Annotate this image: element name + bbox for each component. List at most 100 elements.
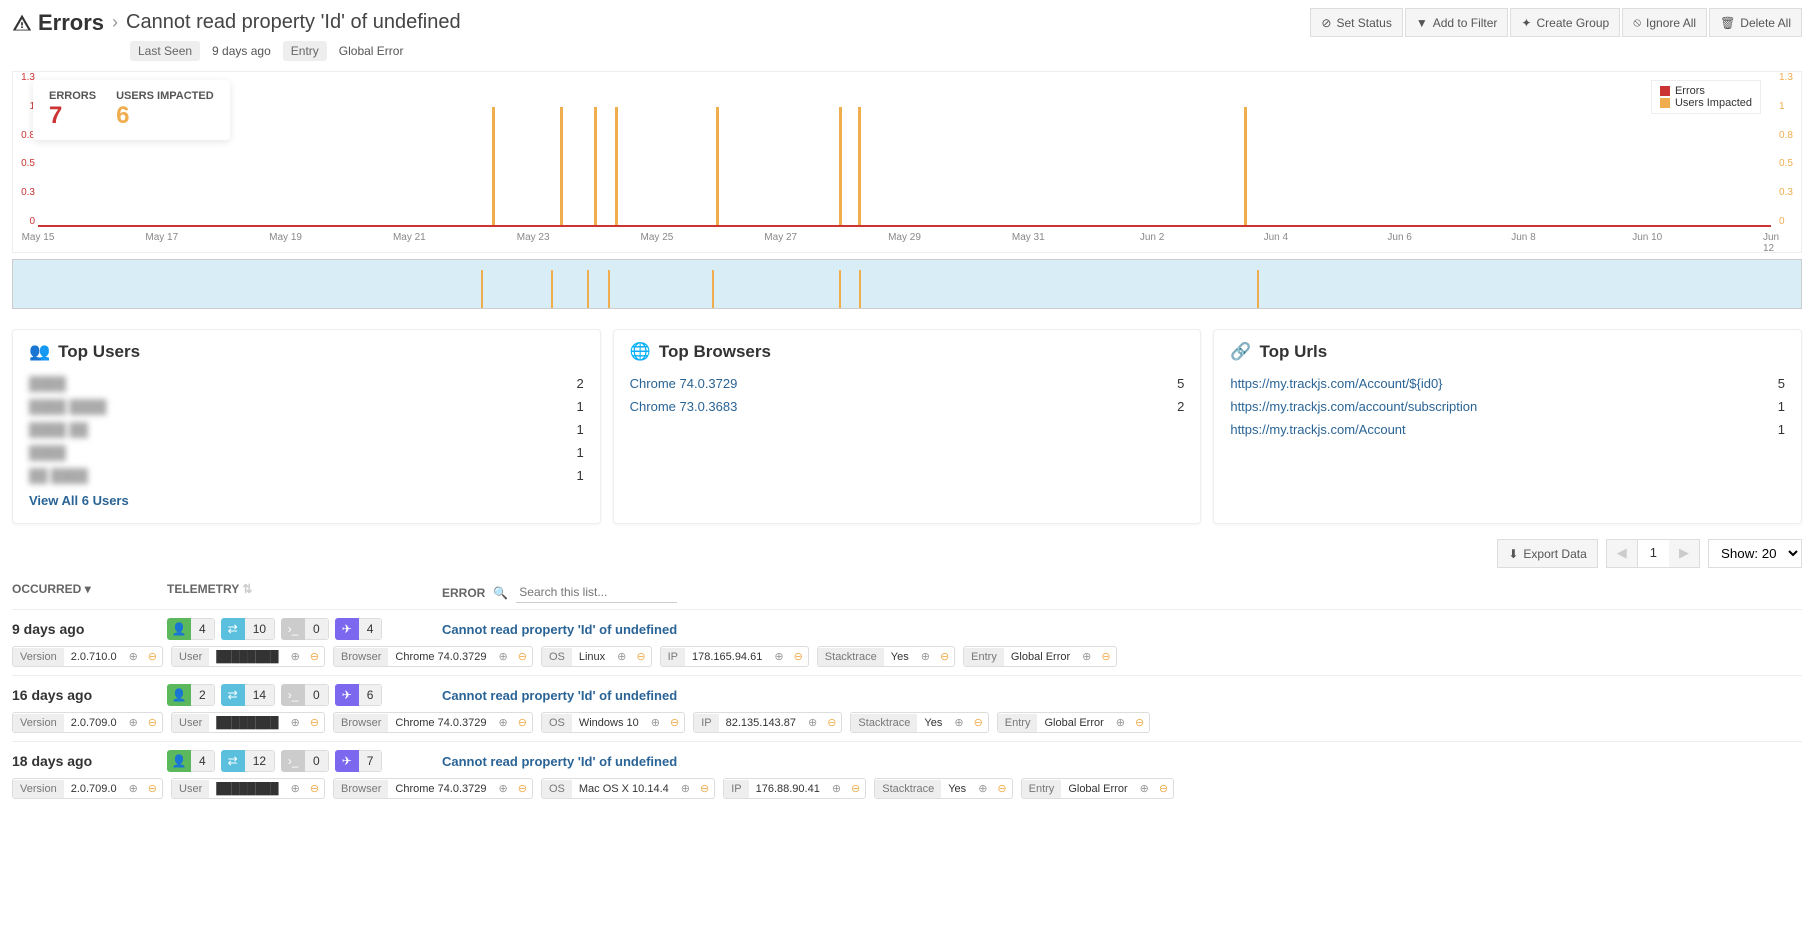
plus-circle-icon[interactable]: ⊕ xyxy=(494,779,513,798)
plus-circle-icon[interactable]: ⊕ xyxy=(286,647,305,666)
minus-circle-icon[interactable]: ⊖ xyxy=(143,779,162,798)
minus-circle-icon[interactable]: ⊖ xyxy=(143,713,162,732)
browser-row[interactable]: Chrome 74.0.37295 xyxy=(630,372,1185,395)
error-message-link[interactable]: Cannot read property 'Id' of undefined xyxy=(442,622,1802,637)
magic-icon: ✦ xyxy=(1521,16,1531,30)
plus-circle-icon[interactable]: ⊕ xyxy=(124,713,143,732)
plus-circle-icon[interactable]: ⊕ xyxy=(1135,779,1154,798)
minus-circle-icon[interactable]: ⊖ xyxy=(1096,647,1115,666)
url-text[interactable]: https://my.trackjs.com/account/subscript… xyxy=(1230,399,1477,414)
prev-page-button[interactable]: ◀ xyxy=(1607,540,1638,567)
plus-circle-icon[interactable]: ⊕ xyxy=(949,713,968,732)
tag-value: ████████ xyxy=(209,780,285,798)
page-size-select[interactable]: Show: 20 xyxy=(1708,539,1802,568)
telemetry-badge[interactable]: ⇄10 xyxy=(221,618,275,640)
plus-circle-icon[interactable]: ⊕ xyxy=(676,779,695,798)
minus-circle-icon[interactable]: ⊖ xyxy=(513,647,532,666)
delete-all-button[interactable]: 🗑Delete All xyxy=(1709,8,1802,37)
minus-circle-icon[interactable]: ⊖ xyxy=(789,647,808,666)
minus-circle-icon[interactable]: ⊖ xyxy=(665,713,684,732)
minus-circle-icon[interactable]: ⊖ xyxy=(305,779,324,798)
detail-tag: BrowserChrome 74.0.3729⊕⊖ xyxy=(333,646,533,667)
minus-circle-icon[interactable]: ⊖ xyxy=(143,647,162,666)
user-row[interactable]: ████ ████1 xyxy=(29,395,584,418)
minus-circle-icon[interactable]: ⊖ xyxy=(992,779,1011,798)
export-button[interactable]: ⬇Export Data xyxy=(1497,539,1597,568)
minus-circle-icon[interactable]: ⊖ xyxy=(305,647,324,666)
minus-circle-icon[interactable]: ⊖ xyxy=(695,779,714,798)
browser-name[interactable]: Chrome 74.0.3729 xyxy=(630,376,738,391)
url-row[interactable]: https://my.trackjs.com/Account1 xyxy=(1230,418,1785,441)
minus-circle-icon[interactable]: ⊖ xyxy=(969,713,988,732)
legend-swatch xyxy=(1660,98,1670,108)
plus-circle-icon[interactable]: ⊕ xyxy=(973,779,992,798)
plus-circle-icon[interactable]: ⊕ xyxy=(494,647,513,666)
minus-circle-icon[interactable]: ⊖ xyxy=(822,713,841,732)
user-count: 1 xyxy=(576,399,583,414)
minus-circle-icon[interactable]: ⊖ xyxy=(935,647,954,666)
error-message-link[interactable]: Cannot read property 'Id' of undefined xyxy=(442,754,1802,769)
telemetry-badge[interactable]: ⇄12 xyxy=(221,750,275,772)
telemetry-badge[interactable]: ✈6 xyxy=(335,684,383,706)
overview-chart[interactable] xyxy=(12,259,1802,309)
telemetry-badge[interactable]: 👤2 xyxy=(167,684,215,706)
url-row[interactable]: https://my.trackjs.com/Account/${id0}5 xyxy=(1230,372,1785,395)
plus-circle-icon[interactable]: ⊕ xyxy=(494,713,513,732)
error-message-link[interactable]: Cannot read property 'Id' of undefined xyxy=(442,688,1802,703)
url-text[interactable]: https://my.trackjs.com/Account xyxy=(1230,422,1405,437)
user-row[interactable]: ████1 xyxy=(29,441,584,464)
search-input[interactable] xyxy=(516,582,677,603)
minus-circle-icon[interactable]: ⊖ xyxy=(1154,779,1173,798)
errors-label: ERRORS xyxy=(49,90,96,102)
browser-row[interactable]: Chrome 73.0.3683 2 xyxy=(630,395,1185,418)
minus-circle-icon[interactable]: ⊖ xyxy=(631,647,650,666)
url-text[interactable]: https://my.trackjs.com/Account/${id0} xyxy=(1230,376,1442,391)
col-occurred[interactable]: OCCURRED ▾ xyxy=(12,582,147,603)
telemetry-badge[interactable]: 👤4 xyxy=(167,750,215,772)
minus-circle-icon[interactable]: ⊖ xyxy=(846,779,865,798)
telemetry-badge[interactable]: ⇄14 xyxy=(221,684,275,706)
set-status-button[interactable]: ⊘Set Status xyxy=(1310,8,1402,37)
minus-circle-icon[interactable]: ⊖ xyxy=(513,713,532,732)
browser-count: 2 xyxy=(1177,399,1184,414)
create-group-button[interactable]: ✦Create Group xyxy=(1510,8,1620,37)
minus-circle-icon[interactable]: ⊖ xyxy=(513,779,532,798)
plus-circle-icon[interactable]: ⊕ xyxy=(1111,713,1130,732)
eye-slash-icon: ⦸ xyxy=(1633,15,1641,30)
plus-circle-icon[interactable]: ⊕ xyxy=(1077,647,1096,666)
plus-circle-icon[interactable]: ⊕ xyxy=(124,647,143,666)
plus-circle-icon[interactable]: ⊕ xyxy=(827,779,846,798)
plus-circle-icon[interactable]: ⊕ xyxy=(612,647,631,666)
plus-circle-icon[interactable]: ⊕ xyxy=(286,779,305,798)
minus-circle-icon[interactable]: ⊖ xyxy=(305,713,324,732)
plus-circle-icon[interactable]: ⊕ xyxy=(769,647,788,666)
add-filter-button[interactable]: ▼Add to Filter xyxy=(1405,8,1509,37)
browser-name[interactable]: Chrome 73.0.3683 xyxy=(630,399,738,414)
next-page-button[interactable]: ▶ xyxy=(1669,540,1699,567)
col-telemetry[interactable]: TELEMETRY ⇅ xyxy=(167,582,422,603)
ignore-all-button[interactable]: ⦸Ignore All xyxy=(1622,8,1707,37)
plus-circle-icon[interactable]: ⊕ xyxy=(916,647,935,666)
chart-plot[interactable] xyxy=(38,72,1771,227)
user-row[interactable]: ████ ██1 xyxy=(29,418,584,441)
plus-circle-icon[interactable]: ⊕ xyxy=(286,713,305,732)
telemetry-badge[interactable]: 👤4 xyxy=(167,618,215,640)
user-row[interactable]: ████2 xyxy=(29,372,584,395)
minus-circle-icon[interactable]: ⊖ xyxy=(1130,713,1149,732)
plus-circle-icon[interactable]: ⊕ xyxy=(803,713,822,732)
telemetry-badge[interactable]: ›_0 xyxy=(281,684,329,706)
legend-label: Users Impacted xyxy=(1675,97,1752,109)
page-header: Errors › Cannot read property 'Id' of un… xyxy=(12,8,1802,37)
telemetry-count: 6 xyxy=(359,684,383,706)
telemetry-badge[interactable]: ›_0 xyxy=(281,750,329,772)
user-row[interactable]: ██ ████1 xyxy=(29,464,584,487)
telemetry-badge[interactable]: ›_0 xyxy=(281,618,329,640)
plus-circle-icon[interactable]: ⊕ xyxy=(646,713,665,732)
telemetry-count: 2 xyxy=(191,684,215,706)
plus-circle-icon[interactable]: ⊕ xyxy=(124,779,143,798)
view-all-users-link[interactable]: View All 6 Users xyxy=(29,493,584,508)
url-row[interactable]: https://my.trackjs.com/account/subscript… xyxy=(1230,395,1785,418)
telemetry-badge[interactable]: ✈4 xyxy=(335,618,383,640)
meta-key: Entry xyxy=(283,41,327,61)
telemetry-badge[interactable]: ✈7 xyxy=(335,750,383,772)
